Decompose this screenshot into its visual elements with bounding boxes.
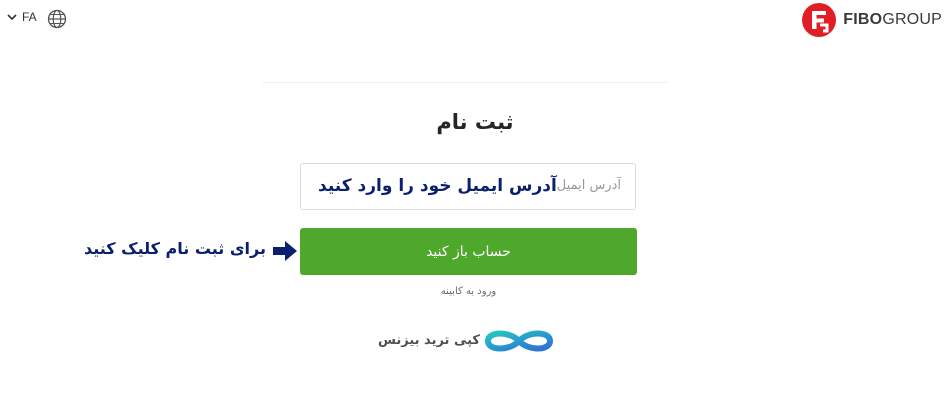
arrow-right-icon — [273, 241, 297, 261]
open-account-button[interactable]: حساب باز کنید — [300, 228, 637, 275]
language-label: FA — [22, 10, 37, 24]
page-title: ثبت نام — [436, 110, 514, 134]
fibo-logo-icon — [802, 3, 837, 37]
brand-name: FIBOGROUP — [843, 11, 942, 28]
email-hint-annotation: آدرس ایمیل خود را وارد کنید — [318, 176, 557, 196]
globe-icon[interactable] — [46, 8, 68, 30]
language-selector[interactable]: FA — [6, 10, 37, 24]
login-link[interactable]: ورود به کابینه — [300, 286, 637, 297]
email-placeholder: آدرس ایمیل — [556, 178, 621, 193]
watermark-text: کپی ترید بیزنس — [378, 333, 480, 348]
chevron-down-icon — [7, 14, 17, 21]
infinity-logo-icon — [484, 330, 554, 352]
click-hint-annotation: برای ثبت نام کلیک کنید — [84, 239, 266, 258]
brand-logo[interactable]: FIBOGROUP — [801, 2, 942, 38]
